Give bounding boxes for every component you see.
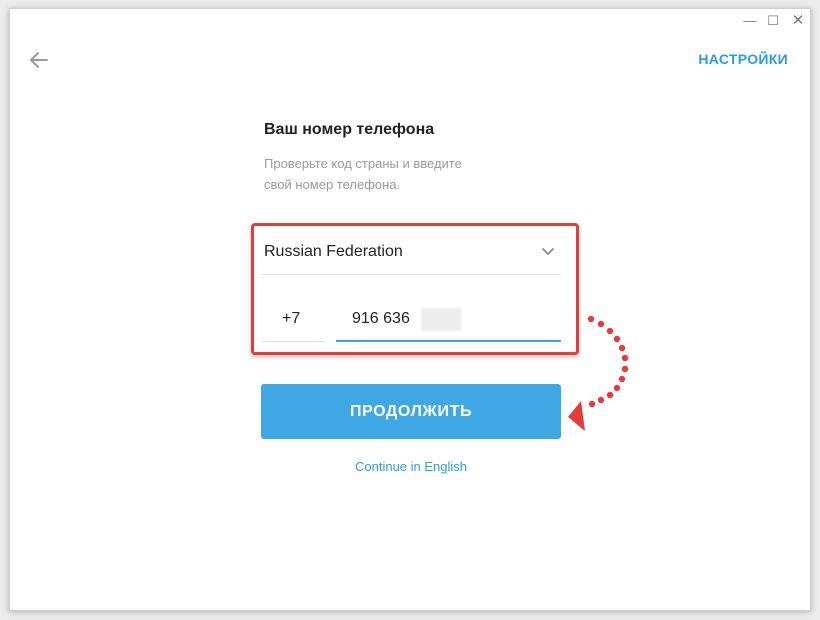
subtitle-line-1: Проверьте код страны и введите (264, 156, 462, 171)
close-button[interactable]: ✕ (789, 12, 807, 30)
page-title: Ваш номер телефона (264, 121, 435, 138)
annotation-arrow-icon (568, 315, 629, 431)
maximize-button[interactable]: ☐ (764, 12, 782, 30)
minimize-button[interactable]: — (741, 12, 759, 30)
app-window: — ☐ ✕ НАСТРОЙКИ Ваш номер телефона Прове… (9, 8, 811, 611)
subtitle-line-2: свой номер телефона. (264, 177, 401, 192)
arrow-left-icon[interactable] (28, 49, 50, 71)
continue-in-english-link[interactable]: Continue in English (261, 459, 561, 474)
settings-link[interactable]: НАСТРОЙКИ (698, 51, 788, 67)
continue-button[interactable]: ПРОДОЛЖИТЬ (261, 384, 561, 439)
titlebar: — ☐ ✕ (10, 9, 810, 33)
annotation-highlight-box (251, 223, 579, 355)
page-subtitle: Проверьте код страны и введите свой номе… (264, 153, 504, 195)
